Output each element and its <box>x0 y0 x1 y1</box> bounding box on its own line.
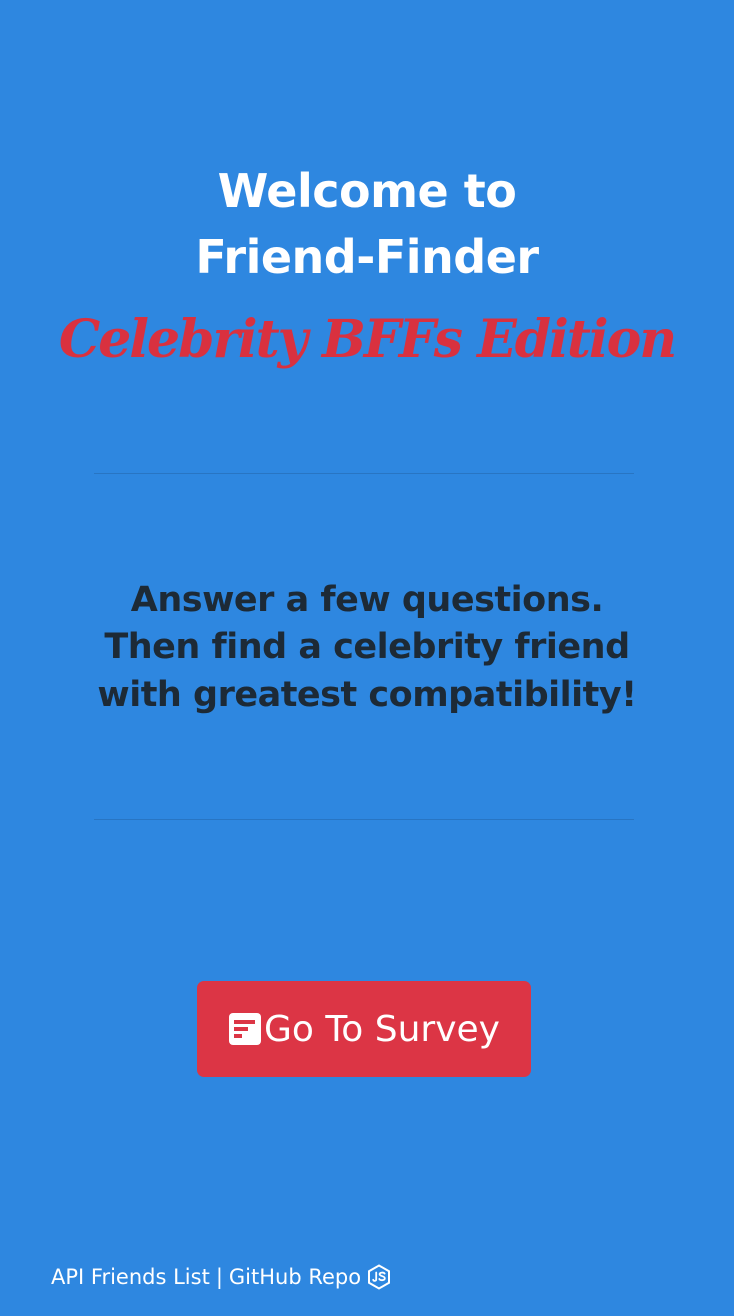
github-repo-link[interactable]: GitHub Repo <box>229 1265 361 1289</box>
go-to-survey-label: Go To Survey <box>264 1008 500 1050</box>
footer-separator: | <box>215 1265 223 1289</box>
intro-text-line2: Then find a celebrity friend <box>104 627 630 667</box>
divider-top <box>94 473 634 474</box>
intro-text-line3: with greatest compatibility! <box>97 675 637 715</box>
nodejs-icon[interactable] <box>367 1264 391 1290</box>
page-title-line1: Welcome to <box>217 164 517 218</box>
intro-text-line1: Answer a few questions. <box>130 580 604 620</box>
survey-form-icon <box>229 1013 262 1045</box>
page-title-line2: Friend-Finder <box>195 230 539 284</box>
api-friends-list-link[interactable]: API Friends List <box>51 1265 210 1289</box>
page-subtitle: Celebrity BFFs Edition <box>58 309 677 370</box>
footer: API Friends List | GitHub Repo <box>51 1262 391 1292</box>
go-to-survey-button[interactable]: Go To Survey <box>197 981 531 1077</box>
divider-bottom <box>94 819 634 820</box>
